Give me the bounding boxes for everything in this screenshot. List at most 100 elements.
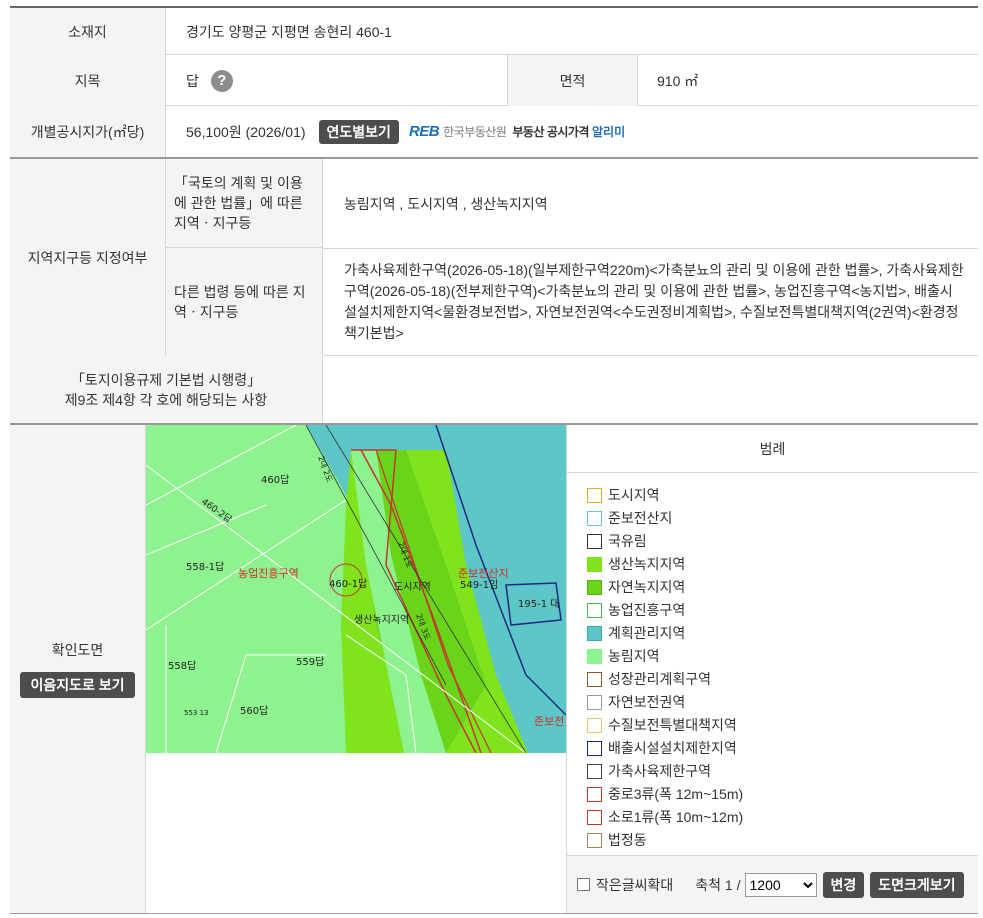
map-label-560: 560답 [240, 705, 268, 717]
legend-label: 가축사육제한구역 [608, 763, 712, 779]
legend-panel: 범례 도시지역준보전산지국유림생산녹지지역자연녹지지역농업진흥구역계획관리지역농… [566, 425, 978, 913]
legend-label: 준보전산지 [608, 510, 673, 526]
scale-label: 축척 1 / [695, 876, 741, 893]
legend-swatch-icon [587, 717, 602, 733]
land-info-table: 소재지 경기도 양평군 지평면 송현리 460-1 지목 답 ? 면적 910 … [10, 6, 978, 914]
legend-swatch-icon [587, 832, 602, 848]
map-label-460: 460답 [261, 474, 289, 486]
legend-item: 성장관리계획구역 [587, 669, 711, 689]
legend-label: 소로1류(폭 10m~12m) [608, 809, 744, 825]
legend-swatch-icon [587, 533, 602, 549]
location-value: 경기도 양평군 지평면 송현리 460-1 [186, 23, 392, 40]
legend-item: 중로3류(폭 12m~15m) [587, 784, 743, 804]
legend-label: 성장관리계획구역 [608, 671, 712, 687]
location-label: 소재지 [10, 8, 166, 55]
reb-service-accent: 알리미 [591, 125, 626, 139]
confirmation-map[interactable]: 460답 460-2답 558-1답 농업진흥구역 460-1답 도시지역 준보… [146, 425, 566, 753]
legend-item: 법정동 [587, 830, 647, 850]
legend-item: 수질보전특별대책지역 [587, 715, 737, 735]
jimok-label: 지목 [10, 55, 166, 106]
legend-label: 수질보전특별대책지역 [608, 717, 737, 733]
area-label: 면적 [507, 55, 638, 106]
area-value: 910 ㎡ [657, 72, 699, 89]
land-use-plan-page: 소재지 경기도 양평군 지평면 송현리 460-1 지목 답 ? 면적 910 … [0, 0, 983, 918]
legend-item: 자연녹지지역 [587, 577, 685, 597]
legend-label: 배출시설설치제한지역 [608, 740, 737, 756]
reb-logo-icon: REB [408, 123, 440, 140]
enforcement-label: 「토지이용규제 기본법 시행령」 제9조 제4항 각 호에 해당되는 사항 [10, 356, 323, 423]
price-cell: 56,100원 (2026/01) 연도별보기 REB 한국부동산원 부동산 공… [186, 106, 625, 157]
legend-swatch-icon [587, 809, 602, 825]
legend-item: 농업진흥구역 [587, 600, 685, 620]
reb-price-alimi-link[interactable]: REB 한국부동산원 부동산 공시가격 알리미 [409, 123, 625, 140]
national-law-label: 「국토의 계획 및 이용에 관한 법률」에 따른 지역ㆍ지구등 [166, 159, 323, 248]
small-text-checkbox[interactable] [577, 878, 590, 891]
map-row: 확인도면 이음지도로 보기 460답 460-2답 558-1답 농업진흥구역 … [10, 425, 978, 914]
legend-item: 국유림 [587, 531, 647, 551]
reb-service-text: 부동산 공시가격 [512, 125, 589, 139]
small-text-label: 작은글씨확대 [596, 876, 674, 893]
legend-title: 범례 [567, 425, 978, 473]
legend-label: 도시지역 [608, 487, 660, 503]
scale-select[interactable]: 1200 [744, 872, 817, 897]
other-law-label: 다른 법령 등에 따른 지역ㆍ지구등 [166, 248, 323, 356]
legend-label: 국유림 [608, 533, 647, 549]
map-label-549-1: 549-1임 [460, 578, 498, 591]
map-label-text: 확인도면 [51, 642, 104, 658]
location-row: 소재지 경기도 양평군 지평면 송현리 460-1 [10, 8, 978, 55]
legend-swatch-icon [587, 602, 602, 618]
map-label-460-1: 460-1답 [329, 578, 367, 590]
jimok-cell: 답 ? [186, 55, 233, 106]
map-label-urban: 도시지역 [394, 581, 431, 593]
legend-item: 소로1류(폭 10m~12m) [587, 807, 743, 827]
enforcement-label-line2: 제9조 제4항 각 호에 해당되는 사항 [64, 391, 268, 408]
legend-label: 농업진흥구역 [608, 602, 686, 618]
legend-swatch-icon [587, 510, 602, 526]
map-label-semi-conservation: 준보전산지 [458, 567, 509, 580]
change-scale-button[interactable]: 변경 [822, 871, 865, 898]
legend-label: 자연보전권역 [608, 694, 686, 710]
legend-swatch-icon [587, 763, 602, 779]
zoning-group-label: 지역지구등 지정여부 [10, 159, 166, 356]
legend-label: 자연녹지지역 [608, 579, 686, 595]
other-law-value: 가축사육제한구역(2026-05-18)(일부제한구역220m)<가축분뇨의 관… [344, 262, 964, 341]
reb-org-text: 한국부동산원 [443, 125, 507, 139]
enforcement-row: 「토지이용규제 기본법 시행령」 제9조 제4항 각 호에 해당되는 사항 [10, 356, 978, 425]
legend-swatch-icon [587, 556, 602, 572]
legend-swatch-icon [587, 740, 602, 756]
map-label-559: 559답 [296, 656, 324, 668]
jimok-row: 지목 답 ? 면적 910 ㎡ [10, 55, 978, 106]
map-controls: 작은글씨확대 축척 1 / 1200 변경 도면크게보기 [567, 855, 978, 913]
zoning-row: 지역지구등 지정여부 「국토의 계획 및 이용에 관한 법률」에 따른 지역ㆍ지… [10, 159, 978, 356]
legend-swatch-icon [587, 671, 602, 687]
legend-item: 도시지역 [587, 485, 660, 505]
legend-item: 계획관리지역 [587, 623, 685, 643]
legend-item: 생산녹지지역 [587, 554, 685, 574]
legend-item: 농림지역 [587, 646, 660, 666]
help-icon[interactable]: ? [210, 69, 233, 92]
legend-item: 가축사육제한구역 [587, 761, 711, 781]
map-label-tiny: 553 13 [184, 709, 209, 717]
legend-item: 자연보전권역 [587, 692, 685, 712]
map-label-production-green: 생산녹지지역 [354, 614, 409, 626]
legend-swatch-icon [587, 648, 602, 664]
legend-label: 중로3류(폭 12m~15m) [608, 786, 744, 802]
legend-swatch-icon [587, 579, 602, 595]
legend-swatch-icon [587, 694, 602, 710]
legend-swatch-icon [587, 786, 602, 802]
map-label-195-1: 195-1 대 [518, 598, 559, 610]
legend-label: 계획관리지역 [608, 625, 686, 641]
legend-swatch-icon [587, 625, 602, 641]
map-section-label: 확인도면 이음지도로 보기 [10, 425, 146, 913]
enlarge-map-button[interactable]: 도면크게보기 [870, 871, 964, 898]
price-label: 개별공시지가(㎡당) [10, 106, 166, 157]
jimok-value: 답 [186, 72, 199, 89]
map-label-558: 558답 [168, 660, 196, 672]
view-in-eum-map-button[interactable]: 이음지도로 보기 [20, 672, 135, 698]
by-year-button[interactable]: 연도별보기 [318, 119, 399, 144]
map-label-agri-zone: 농업진흥구역 [238, 566, 299, 580]
legend-item: 배출시설설치제한지역 [587, 738, 737, 758]
legend-label: 농림지역 [608, 648, 660, 664]
map-svg: 460답 460-2답 558-1답 농업진흥구역 460-1답 도시지역 준보… [146, 425, 566, 753]
national-law-value: 농림지역 , 도시지역 , 생산녹지지역 [344, 195, 548, 212]
